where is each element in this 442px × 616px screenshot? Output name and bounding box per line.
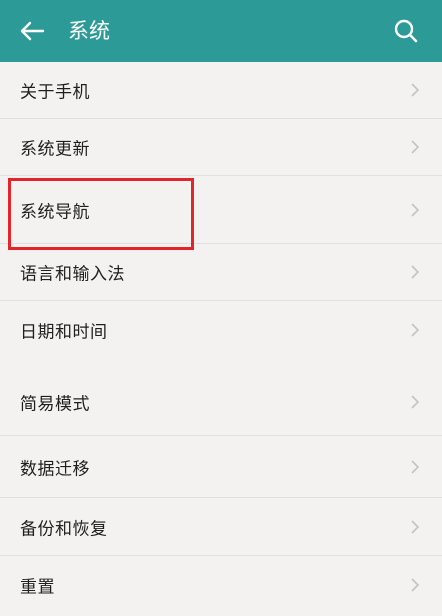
settings-item-label: 重置 bbox=[20, 577, 55, 597]
section-divider bbox=[0, 358, 442, 368]
chevron-right-icon bbox=[411, 519, 420, 534]
chevron-right-icon bbox=[411, 265, 420, 279]
settings-list: 关于手机 系统更新 系统导航 语言和输入法 日期和时间 简易模式 数据迁移 备份… bbox=[0, 62, 442, 613]
settings-screen: 系统 关于手机 系统更新 系统导航 语言和输入法 日期和时间 简易模式 数据迁移… bbox=[0, 0, 442, 616]
chevron-right-icon bbox=[411, 202, 420, 217]
page-title: 系统 bbox=[68, 19, 110, 43]
settings-item-label: 系统更新 bbox=[20, 139, 90, 160]
settings-item-system-update[interactable]: 系统更新 bbox=[0, 119, 442, 176]
settings-item-label: 系统导航 bbox=[20, 202, 90, 222]
settings-item-reset[interactable]: 重置 bbox=[0, 556, 442, 613]
settings-item-label: 关于手机 bbox=[20, 82, 90, 103]
settings-item-label: 日期和时间 bbox=[20, 322, 108, 342]
arrow-left-icon bbox=[20, 21, 45, 41]
settings-item-backup-restore[interactable]: 备份和恢复 bbox=[0, 498, 442, 556]
app-header: 系统 bbox=[0, 0, 442, 62]
chevron-right-icon bbox=[411, 322, 420, 337]
chevron-right-icon bbox=[411, 577, 420, 592]
chevron-right-icon bbox=[411, 459, 420, 474]
settings-item-label: 语言和输入法 bbox=[20, 264, 125, 285]
chevron-right-icon bbox=[411, 394, 420, 409]
settings-item-language-input[interactable]: 语言和输入法 bbox=[0, 244, 442, 301]
settings-item-simple-mode[interactable]: 简易模式 bbox=[0, 368, 442, 436]
chevron-right-icon bbox=[411, 83, 420, 97]
settings-item-about-phone[interactable]: 关于手机 bbox=[0, 62, 442, 119]
back-button[interactable] bbox=[16, 15, 48, 47]
settings-item-label: 数据迁移 bbox=[20, 459, 90, 479]
search-button[interactable] bbox=[390, 15, 422, 47]
settings-item-label: 简易模式 bbox=[20, 394, 90, 414]
settings-item-label: 备份和恢复 bbox=[20, 519, 108, 539]
settings-item-data-migration[interactable]: 数据迁移 bbox=[0, 436, 442, 498]
search-icon bbox=[394, 19, 418, 43]
settings-item-system-navigation[interactable]: 系统导航 bbox=[0, 176, 442, 244]
chevron-right-icon bbox=[411, 140, 420, 154]
settings-item-date-time[interactable]: 日期和时间 bbox=[0, 301, 442, 358]
